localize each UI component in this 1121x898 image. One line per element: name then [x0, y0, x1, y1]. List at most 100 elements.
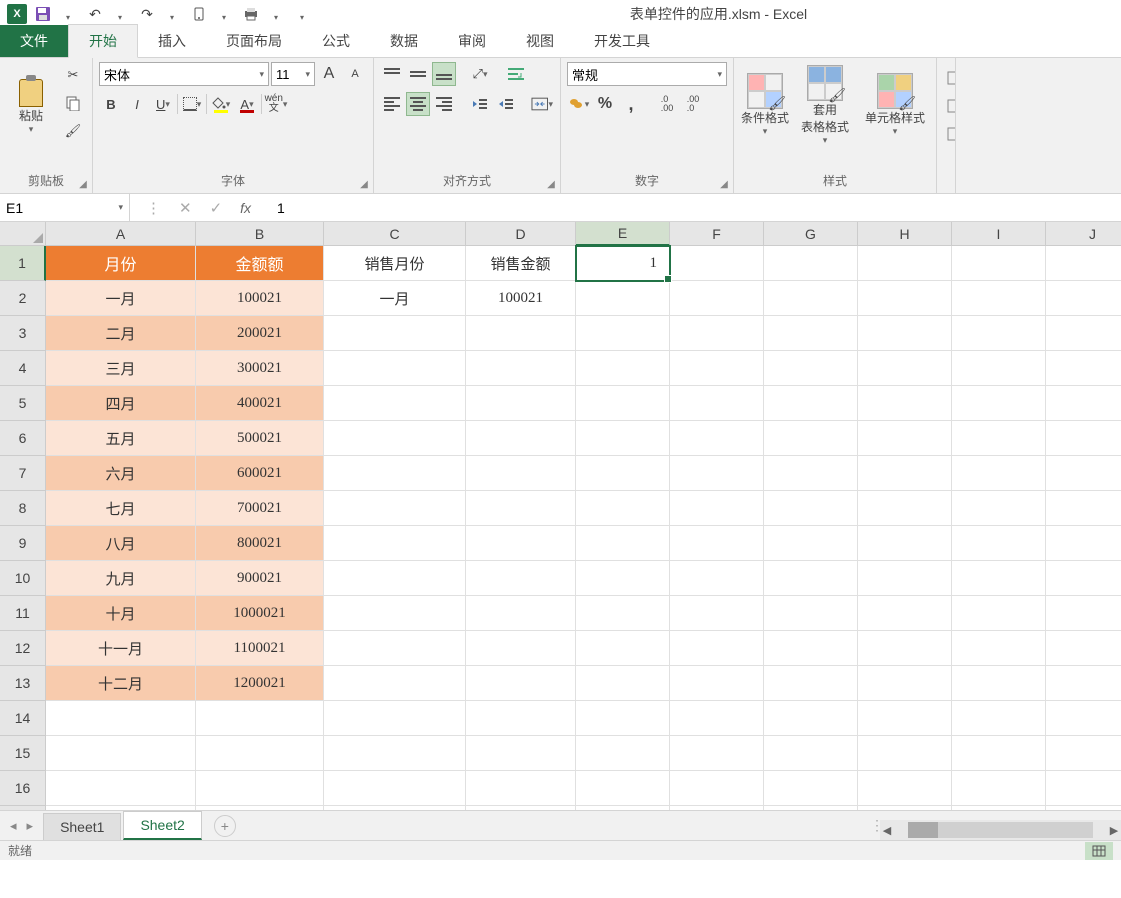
sheet-tab-2[interactable]: Sheet2: [123, 811, 201, 840]
cell-F13[interactable]: [670, 666, 764, 701]
row-header-13[interactable]: 13: [0, 666, 46, 701]
cell-H16[interactable]: [858, 771, 952, 806]
font-color-button[interactable]: A▾: [235, 92, 259, 116]
cell-I1[interactable]: [952, 246, 1046, 281]
cell-H6[interactable]: [858, 421, 952, 456]
add-sheet-button[interactable]: +: [214, 815, 236, 837]
cell-B11[interactable]: 1000021: [196, 596, 324, 631]
row-header-3[interactable]: 3: [0, 316, 46, 351]
cell-G14[interactable]: [764, 701, 858, 736]
cell-C5[interactable]: [324, 386, 466, 421]
cell-E5[interactable]: [576, 386, 670, 421]
number-format-select[interactable]: 常规▾: [567, 62, 727, 86]
cell-D7[interactable]: [466, 456, 576, 491]
cell-H7[interactable]: [858, 456, 952, 491]
cell-G2[interactable]: [764, 281, 858, 316]
cell-E4[interactable]: [576, 351, 670, 386]
cell-G5[interactable]: [764, 386, 858, 421]
cell-C11[interactable]: [324, 596, 466, 631]
cell-H4[interactable]: [858, 351, 952, 386]
cell-D6[interactable]: [466, 421, 576, 456]
column-header-E[interactable]: E: [576, 222, 670, 246]
cell-C14[interactable]: [324, 701, 466, 736]
qat-customize-dropdown[interactable]: ▾: [290, 3, 316, 25]
cell-E13[interactable]: [576, 666, 670, 701]
cell-E8[interactable]: [576, 491, 670, 526]
increase-decimal-button[interactable]: .0.00: [655, 92, 679, 116]
tab-formulas[interactable]: 公式: [302, 25, 370, 57]
cell-H2[interactable]: [858, 281, 952, 316]
cell-E6[interactable]: [576, 421, 670, 456]
cell-I7[interactable]: [952, 456, 1046, 491]
cell-J4[interactable]: [1046, 351, 1121, 386]
align-right-button[interactable]: [432, 92, 456, 116]
tab-data[interactable]: 数据: [370, 25, 438, 57]
redo-button[interactable]: ↷: [134, 3, 160, 25]
decrease-indent-button[interactable]: [468, 92, 492, 116]
cell-J11[interactable]: [1046, 596, 1121, 631]
cell-J3[interactable]: [1046, 316, 1121, 351]
column-header-I[interactable]: I: [952, 222, 1046, 246]
cell-C2[interactable]: 一月: [324, 281, 466, 316]
cell-A5[interactable]: 四月: [46, 386, 196, 421]
cell-J15[interactable]: [1046, 736, 1121, 771]
cell-J13[interactable]: [1046, 666, 1121, 701]
cell-E16[interactable]: [576, 771, 670, 806]
cell-F11[interactable]: [670, 596, 764, 631]
cell-I5[interactable]: [952, 386, 1046, 421]
tab-file[interactable]: 文件: [0, 25, 68, 57]
cell-I16[interactable]: [952, 771, 1046, 806]
cell-B5[interactable]: 400021: [196, 386, 324, 421]
cell-B12[interactable]: 1100021: [196, 631, 324, 666]
cell-C7[interactable]: [324, 456, 466, 491]
cell-G10[interactable]: [764, 561, 858, 596]
cell-A8[interactable]: 七月: [46, 491, 196, 526]
cell-E3[interactable]: [576, 316, 670, 351]
row-header-4[interactable]: 4: [0, 351, 46, 386]
cell-D15[interactable]: [466, 736, 576, 771]
cell-G3[interactable]: [764, 316, 858, 351]
cell-B10[interactable]: 900021: [196, 561, 324, 596]
cell-B2[interactable]: 100021: [196, 281, 324, 316]
increase-indent-button[interactable]: [494, 92, 518, 116]
cell-A9[interactable]: 八月: [46, 526, 196, 561]
bold-button[interactable]: B: [99, 92, 123, 116]
align-center-button[interactable]: [406, 92, 430, 116]
cell-G8[interactable]: [764, 491, 858, 526]
cell-J16[interactable]: [1046, 771, 1121, 806]
cell-D12[interactable]: [466, 631, 576, 666]
sheet-tab-1[interactable]: Sheet1: [43, 813, 121, 840]
merge-center-button[interactable]: ▾: [530, 92, 554, 116]
column-header-H[interactable]: H: [858, 222, 952, 246]
tab-view[interactable]: 视图: [506, 25, 574, 57]
cell-I8[interactable]: [952, 491, 1046, 526]
cell-D8[interactable]: [466, 491, 576, 526]
cell-C10[interactable]: [324, 561, 466, 596]
cell-D2[interactable]: 100021: [466, 281, 576, 316]
cell-G9[interactable]: [764, 526, 858, 561]
accept-edit-button[interactable]: ✓: [210, 199, 223, 217]
sheet-nav-first[interactable]: ◂: [10, 818, 17, 834]
cell-A16[interactable]: [46, 771, 196, 806]
cell-J14[interactable]: [1046, 701, 1121, 736]
cell-J5[interactable]: [1046, 386, 1121, 421]
cell-H8[interactable]: [858, 491, 952, 526]
name-box[interactable]: E1▾: [0, 194, 130, 221]
cell-F2[interactable]: [670, 281, 764, 316]
cell-J6[interactable]: [1046, 421, 1121, 456]
cell-B13[interactable]: 1200021: [196, 666, 324, 701]
cell-I10[interactable]: [952, 561, 1046, 596]
cell-F6[interactable]: [670, 421, 764, 456]
cell-A15[interactable]: [46, 736, 196, 771]
cell-D13[interactable]: [466, 666, 576, 701]
cell-C9[interactable]: [324, 526, 466, 561]
cell-D4[interactable]: [466, 351, 576, 386]
cell-I2[interactable]: [952, 281, 1046, 316]
cell-D5[interactable]: [466, 386, 576, 421]
row-header-1[interactable]: 1: [0, 246, 46, 281]
cell-G13[interactable]: [764, 666, 858, 701]
cell-J12[interactable]: [1046, 631, 1121, 666]
cell-E2[interactable]: [576, 281, 670, 316]
align-middle-button[interactable]: [406, 62, 430, 86]
align-left-button[interactable]: [380, 92, 404, 116]
